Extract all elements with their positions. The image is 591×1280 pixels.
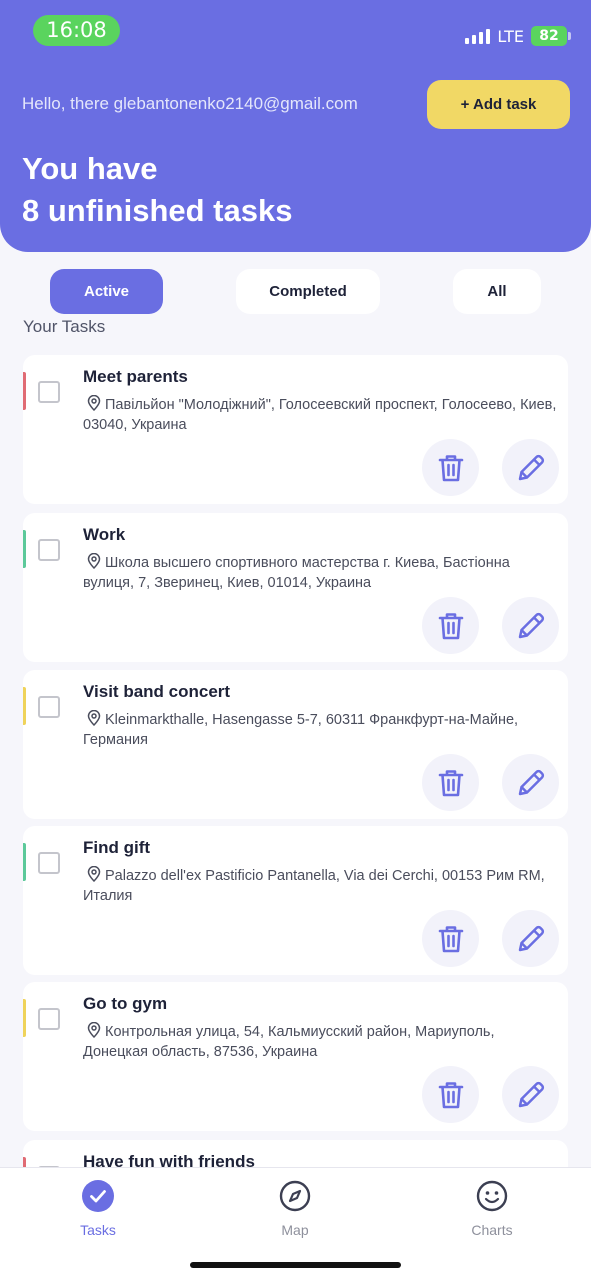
- delete-task-button[interactable]: [422, 597, 479, 654]
- task-card[interactable]: Work Школа высшего спортивного мастерства…: [23, 513, 568, 662]
- task-color-stripe: [23, 687, 26, 725]
- task-checkbox[interactable]: [38, 1008, 60, 1030]
- task-address: Контрольная улица, 54, Кальмиусский райо…: [83, 1022, 561, 1062]
- check-circle-icon: [82, 1180, 114, 1212]
- task-card[interactable]: Go to gym Контрольная улица, 54, Кальмиус…: [23, 982, 568, 1131]
- task-title: Go to gym: [83, 994, 168, 1013]
- task-address-text: Павільйон "Молодіжний", Голосеевский про…: [83, 397, 557, 433]
- trash-icon: [438, 1081, 463, 1108]
- delete-task-button[interactable]: [422, 439, 479, 496]
- task-title: Work: [83, 525, 126, 544]
- task-card[interactable]: Visit band concert Kleinmarkthalle, Hasen…: [23, 670, 568, 819]
- location-pin-icon: [87, 1022, 101, 1038]
- edit-task-button[interactable]: [502, 754, 559, 811]
- signal-icon: [465, 28, 491, 44]
- nav-tasks[interactable]: Tasks: [38, 1180, 158, 1238]
- pencil-icon: [518, 612, 544, 638]
- trash-icon: [438, 925, 463, 952]
- trash-icon: [438, 454, 463, 481]
- filter-active[interactable]: Active: [50, 269, 163, 314]
- edit-task-button[interactable]: [502, 1066, 559, 1123]
- title-line-2: 8 unfinished tasks: [22, 193, 293, 228]
- location-pin-icon: [87, 866, 101, 882]
- nav-map-label: Map: [281, 1222, 309, 1238]
- nav-charts-label: Charts: [471, 1222, 513, 1238]
- task-checkbox[interactable]: [38, 381, 60, 403]
- compass-icon: [279, 1180, 311, 1212]
- nav-charts[interactable]: Charts: [432, 1180, 552, 1238]
- greeting-text: Hello, there glebantonenko2140@gmail.com: [22, 94, 358, 113]
- pencil-icon: [518, 454, 544, 480]
- task-checkbox[interactable]: [38, 852, 60, 874]
- task-color-stripe: [23, 843, 26, 881]
- home-indicator: [190, 1262, 401, 1268]
- location-pin-icon: [87, 395, 101, 411]
- edit-task-button[interactable]: [502, 439, 559, 496]
- delete-task-button[interactable]: [422, 754, 479, 811]
- task-title: Find gift: [83, 838, 151, 857]
- nav-map[interactable]: Map: [235, 1180, 355, 1238]
- task-address: Palazzo dell'ex Pastificio Pantanella, V…: [83, 866, 561, 906]
- task-color-stripe: [23, 999, 26, 1037]
- task-address-text: Школа высшего спортивного мастерства г. …: [83, 555, 510, 591]
- nav-tasks-label: Tasks: [80, 1222, 116, 1238]
- filter-completed[interactable]: Completed: [236, 269, 380, 314]
- trash-icon: [438, 769, 463, 796]
- task-address: Павільйон "Молодіжний", Голосеевский про…: [83, 395, 561, 435]
- section-label: Your Tasks: [23, 317, 106, 336]
- task-color-stripe: [23, 530, 26, 568]
- task-address-text: Palazzo dell'ex Pastificio Pantanella, V…: [83, 868, 545, 904]
- edit-task-button[interactable]: [502, 597, 559, 654]
- location-pin-icon: [87, 553, 101, 569]
- task-color-stripe: [23, 372, 26, 410]
- task-address: Школа высшего спортивного мастерства г. …: [83, 553, 561, 593]
- status-bar-right: LTE 82: [465, 24, 571, 48]
- delete-task-button[interactable]: [422, 1066, 479, 1123]
- header: 16:08 LTE 82 Hello, there glebantonenko2…: [0, 0, 591, 252]
- battery-icon: 82: [531, 26, 571, 46]
- task-checkbox[interactable]: [38, 696, 60, 718]
- network-label: LTE: [497, 26, 524, 46]
- page-title: You have 8 unfinished tasks: [22, 148, 292, 232]
- delete-task-button[interactable]: [422, 910, 479, 967]
- title-line-1: You have: [22, 151, 158, 186]
- task-title: Visit band concert: [83, 682, 231, 701]
- smile-icon: [476, 1180, 508, 1212]
- trash-icon: [438, 612, 463, 639]
- task-title: Meet parents: [83, 367, 188, 386]
- task-address-text: Контрольная улица, 54, Кальмиусский райо…: [83, 1024, 495, 1060]
- edit-task-button[interactable]: [502, 910, 559, 967]
- add-task-button[interactable]: + Add task: [427, 80, 570, 129]
- location-pin-icon: [87, 710, 101, 726]
- task-address: Kleinmarkthalle, Hasengasse 5-7, 60311 Ф…: [83, 710, 561, 750]
- task-card[interactable]: Find gift Palazzo dell'ex Pastificio Pant…: [23, 826, 568, 975]
- filter-all[interactable]: All: [453, 269, 541, 314]
- pencil-icon: [518, 769, 544, 795]
- task-checkbox[interactable]: [38, 539, 60, 561]
- pencil-icon: [518, 925, 544, 951]
- status-time: 16:08: [33, 15, 120, 46]
- pencil-icon: [518, 1081, 544, 1107]
- task-card[interactable]: Meet parents Павільйон "Молодіжний", Голо…: [23, 355, 568, 504]
- task-address-text: Kleinmarkthalle, Hasengasse 5-7, 60311 Ф…: [83, 712, 519, 748]
